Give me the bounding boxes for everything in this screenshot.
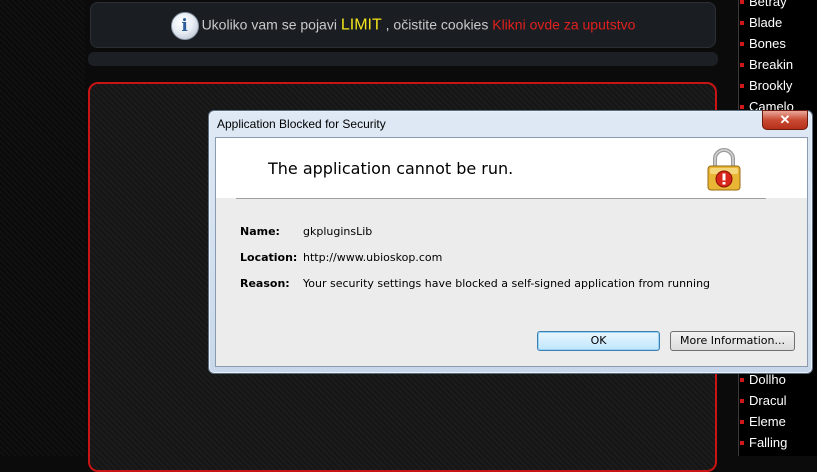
sidebar-item[interactable]: Betray: [740, 0, 787, 9]
notice-limit: LIMIT: [340, 16, 382, 34]
left-gutter: [0, 0, 85, 456]
reason-value: Your security settings have blocked a se…: [303, 277, 711, 290]
dialog-heading: The application cannot be run.: [268, 159, 514, 178]
sidebar-item[interactable]: Blade: [739, 15, 782, 30]
security-dialog: Application Blocked for Security ✕ The a…: [208, 110, 813, 374]
notice-text-before: Ukoliko vam se pojavi: [201, 16, 341, 33]
notice-text: i Ukoliko vam se pojavi LIMIT , očistite …: [90, 12, 716, 40]
sidebar-item[interactable]: Dollho: [740, 372, 786, 387]
divider-bar: [88, 52, 718, 66]
location-value: http://www.ubioskop.com: [303, 251, 443, 264]
header-divider: [236, 198, 766, 199]
location-label: Location:: [240, 251, 298, 264]
dialog-title: Application Blocked for Security: [217, 117, 386, 131]
info-icon: i: [170, 12, 199, 40]
sidebar-item[interactable]: Brookly: [739, 78, 792, 93]
name-value: gkpluginsLib: [303, 225, 373, 238]
sidebar-item[interactable]: Breakin: [739, 57, 793, 72]
name-label: Name:: [240, 225, 280, 238]
sidebar-item[interactable]: Dracul: [740, 393, 787, 408]
dialog-header: The application cannot be run.: [216, 138, 807, 198]
more-information-button[interactable]: More Information...: [670, 331, 795, 351]
cookies-help-link[interactable]: Klikni ovde za uputstvo: [492, 17, 635, 33]
ok-button[interactable]: OK: [537, 331, 660, 351]
sidebar-item[interactable]: Bones: [740, 36, 786, 51]
close-button[interactable]: ✕: [762, 110, 808, 130]
sidebar-item[interactable]: Eleme: [740, 414, 786, 429]
lock-warning-icon: [707, 148, 741, 191]
dialog-body: The application cannot be run. Name: gkp…: [215, 137, 808, 367]
sidebar-item[interactable]: Falling: [739, 435, 787, 450]
notice-text-after: , očistite cookies: [381, 16, 493, 33]
reason-label: Reason:: [240, 277, 290, 290]
notice-bar: i Ukoliko vam se pojavi LIMIT , očistite …: [90, 2, 716, 48]
